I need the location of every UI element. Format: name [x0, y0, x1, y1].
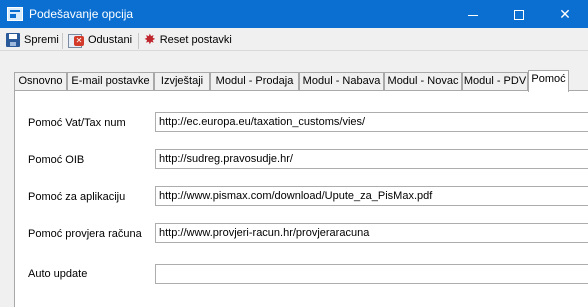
app-form-icon: [7, 7, 23, 21]
app-help-url-field[interactable]: http://www.pismax.com/download/Upute_za_…: [155, 186, 588, 206]
cancel-icon: [68, 33, 84, 48]
vat-help-url-field[interactable]: http://ec.europa.eu/taxation_customs/vie…: [155, 112, 588, 132]
minimize-icon: [468, 14, 478, 16]
tab-modul-pdv[interactable]: Modul - PDV: [462, 72, 528, 91]
auto-update-field[interactable]: [155, 264, 588, 284]
tab-modul-nabava[interactable]: Modul - Nabava: [299, 72, 384, 91]
toolbar-separator: [138, 33, 139, 49]
reset-star-icon: ✸: [144, 32, 156, 48]
close-icon: ✕: [559, 6, 571, 22]
invoice-check-help-label: Pomoć provjera računa: [28, 228, 142, 240]
toolbar-separator: [62, 33, 63, 49]
tab-pomoc[interactable]: Pomoć: [528, 70, 569, 92]
save-button[interactable]: Spremi: [6, 31, 59, 49]
tab-modul-novac[interactable]: Modul - Novac: [384, 72, 462, 91]
tab-strip: Osnovno E-mail postavke Izvještaji Modul…: [14, 70, 588, 92]
auto-update-label: Auto update: [28, 268, 88, 280]
maximize-button[interactable]: [496, 0, 542, 28]
title-bar[interactable]: Podešavanje opcija ✕: [0, 0, 588, 28]
minimize-button[interactable]: [450, 0, 496, 28]
vat-help-label: Pomoć Vat/Tax num: [28, 117, 126, 129]
app-help-label: Pomoć za aplikaciju: [28, 191, 126, 203]
maximize-icon: [514, 10, 524, 21]
reset-label: Reset postavki: [159, 34, 232, 46]
cancel-button[interactable]: Odustani: [68, 31, 132, 49]
close-button[interactable]: ✕: [542, 0, 588, 28]
oib-help-url-field[interactable]: http://sudreg.pravosudje.hr/: [155, 149, 588, 169]
tab-email-postavke[interactable]: E-mail postavke: [67, 72, 154, 91]
toolbar: Spremi Odustani ✸ Reset postavki: [0, 28, 588, 51]
invoice-check-url-field[interactable]: http://www.provjeri-racun.hr/provjerarac…: [155, 223, 588, 243]
tab-izvjestaji[interactable]: Izvještaji: [154, 72, 210, 91]
tab-modul-prodaja[interactable]: Modul - Prodaja: [210, 72, 299, 91]
oib-help-label: Pomoć OIB: [28, 154, 85, 166]
floppy-disk-icon: [6, 33, 20, 47]
window-title: Podešavanje opcija: [29, 7, 134, 21]
cancel-label: Odustani: [88, 34, 133, 46]
tab-osnovno[interactable]: Osnovno: [14, 72, 67, 91]
options-window: Podešavanje opcija ✕ Spremi Odustani ✸ R…: [0, 0, 588, 307]
reset-settings-button[interactable]: ✸ Reset postavki: [144, 31, 232, 49]
save-label: Spremi: [24, 34, 59, 46]
